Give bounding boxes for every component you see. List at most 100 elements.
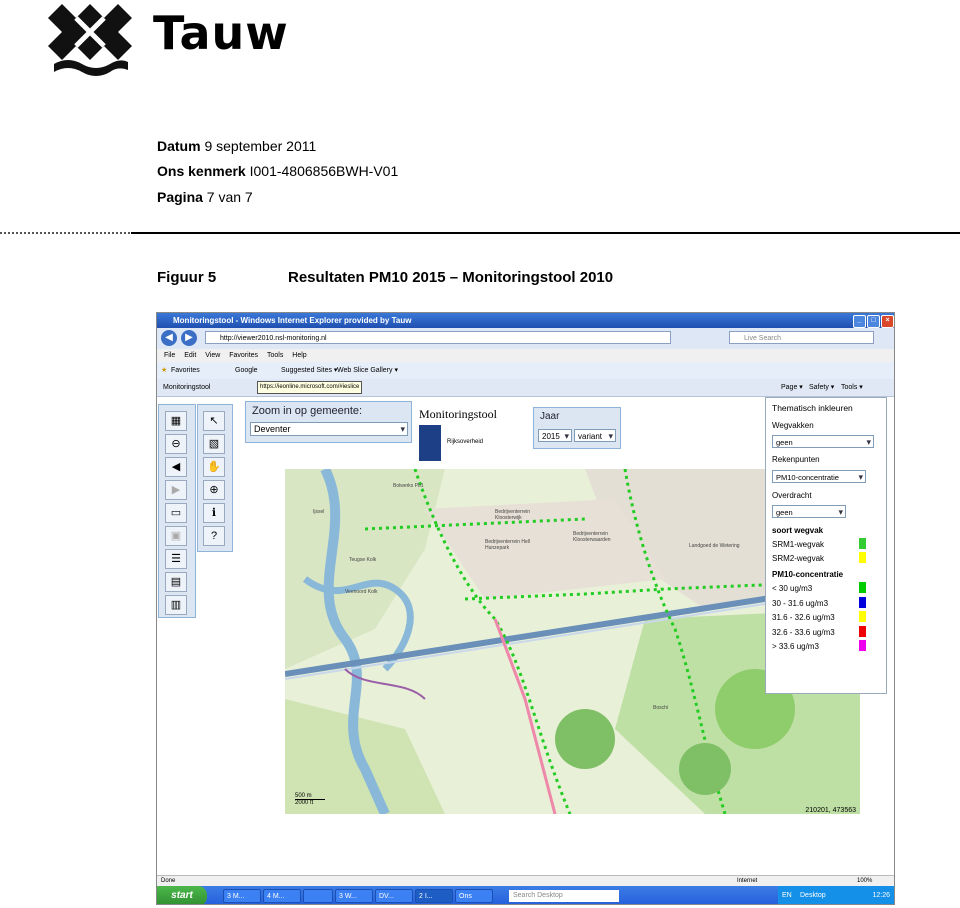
soort-wegvak-title: soort wegvak [772,526,824,535]
task-2[interactable]: 4 M... [263,889,301,903]
cmd-safety[interactable]: Safety ▾ [809,379,834,396]
separator-line [131,232,960,234]
help-icon[interactable]: ? [203,526,225,546]
tray-desktop[interactable]: Desktop [800,886,826,904]
previous-extent-icon[interactable]: ◀ [165,457,187,477]
menu-help[interactable]: Help [292,352,306,359]
datum-line: Datum 9 september 2011 [157,138,316,154]
close-icon[interactable]: × [881,315,894,328]
task-6[interactable]: 2 I... [415,889,453,903]
minimize-icon[interactable]: _ [853,315,866,328]
gemeente-select[interactable]: Deventer [250,422,408,436]
desktop-search[interactable]: Search Desktop [509,890,619,902]
jaar-label: Jaar [540,411,560,422]
cmd-page[interactable]: Page ▾ [781,379,803,396]
thematic-legend-panel: Thematisch inkleuren Wegvakken geen Reke… [765,397,887,694]
scale-meters: 500 m [295,793,325,800]
legend-swatch-srm2 [859,552,866,563]
hand-icon[interactable]: ✋ [203,457,225,477]
rijksoverheid-emblem [419,425,441,461]
tauw-logo-mark [48,4,132,76]
save-icon[interactable]: ▣ [165,526,187,546]
url-field[interactable]: http://viewer2010.nsl-monitoring.nl [205,331,671,344]
kenmerk-line: Ons kenmerk I001-4806856BWH-V01 [157,163,398,179]
info-icon[interactable]: ℹ [203,503,225,523]
zoom-gemeente-panel: Zoom in op gemeente: Deventer [245,401,412,443]
pointer-icon[interactable]: ↖ [203,411,225,431]
legend-swatch-pm-2 [859,597,866,608]
window-titlebar: Monitoringstool - Windows Internet Explo… [157,313,894,328]
wegvakken-select[interactable]: geen [772,435,874,449]
overdracht-select[interactable]: geen [772,505,846,519]
jaar-select[interactable]: 2015 [538,429,572,443]
menu-view[interactable]: View [205,352,220,359]
pm10-title: PM10-concentratie [772,570,844,579]
task-4[interactable]: 3 W... [335,889,373,903]
legend-swatch-pm-5 [859,640,866,651]
map-coordinates: 210201, 473563 [805,807,856,814]
web-slice-link[interactable]: Web Slice Gallery ▾ [337,362,398,379]
map-toolbar-right: ↖ ▧ ✋ ⊕ ℹ ? [197,404,233,552]
slice-tooltip: https://ieonline.microsoft.com/#ieslice [257,381,363,394]
task-1[interactable]: 3 M... [223,889,261,903]
measure-icon[interactable]: ▧ [203,434,225,454]
map-label-kloosterwijk: Bedrijventerrein Kloosterwijk [495,509,531,521]
zoom-in-icon[interactable]: ⊕ [203,480,225,500]
figure-title: Resultaten PM10 2015 – Monitoringstool 2… [288,269,614,286]
google-link[interactable]: Google [235,362,258,379]
filter-icon[interactable]: ☰ [165,549,187,569]
menu-tools[interactable]: Tools [267,352,283,359]
map-label-boschi: Boschi [653,705,669,711]
tab-bar: Monitoringstool https://ieonline.microso… [157,379,894,397]
wegvakken-label: Wegvakken [772,421,814,430]
pagina-line: Pagina 7 van 7 [157,189,253,205]
print-icon[interactable]: ▥ [165,595,187,615]
rekenpunten-select[interactable]: PM10-concentratie [772,470,866,484]
task-5[interactable]: DV... [375,889,413,903]
search-field[interactable]: Live Search [729,331,874,344]
legend-item-pm-4: 32.6 - 33.6 ug/m3 [772,628,835,637]
variant-select[interactable]: variant [574,429,616,443]
select-icon[interactable]: ▭ [165,503,187,523]
legend-item-pm-5: > 33.6 ug/m3 [772,642,819,651]
rekenpunten-label: Rekenpunten [772,455,820,464]
brand-block: Monitoringstool Rijksoverheid [419,407,497,461]
menu-favorites[interactable]: Favorites [229,352,258,359]
tab-monitoringstool[interactable]: Monitoringstool [163,379,210,396]
tauw-logo-text: Tauw [153,6,289,60]
task-3[interactable] [303,889,333,903]
start-button[interactable]: start [157,886,207,904]
forward-icon[interactable]: ▶ [181,330,197,346]
zoom-out-icon[interactable]: ⊖ [165,434,187,454]
legend-swatch-srm1 [859,538,866,549]
cmd-tools[interactable]: Tools ▾ [841,379,863,396]
maximize-icon[interactable]: □ [867,315,880,328]
menu-file[interactable]: File [164,352,175,359]
legend-item-srm1: SRM1-wegvak [772,540,825,549]
separator-dots [0,232,130,234]
legend-swatch-pm-1 [859,582,866,593]
map-scale-bar: 500 m 2000 ft [295,793,325,806]
legend-item-pm-1: < 30 ug/m3 [772,584,813,593]
task-7[interactable]: Ons [455,889,493,903]
legend-swatch-pm-3 [859,611,866,622]
menu-bar: File Edit View Favorites Tools Help [157,349,894,362]
back-icon[interactable]: ◀ [161,330,177,346]
menu-edit[interactable]: Edit [184,352,196,359]
kenmerk-value: I001-4806856BWH-V01 [249,163,399,179]
clipboard-icon[interactable]: ▤ [165,572,187,592]
jaar-panel: Jaar 2015 variant [533,407,621,449]
tray-lang[interactable]: EN [782,886,792,904]
pan-icon[interactable]: ▦ [165,411,187,431]
favorites-label[interactable]: Favorites [171,362,200,379]
legend-title: Thematisch inkleuren [772,403,853,413]
system-tray: EN Desktop 12:26 [778,886,894,904]
app-content: ▦ ⊖ ◀ ▶ ▭ ▣ ☰ ▤ ▥ ↖ ▧ ✋ ⊕ ℹ ? Zoom in op… [157,397,894,875]
embedded-screenshot: Monitoringstool - Windows Internet Explo… [156,312,895,905]
kenmerk-label: Ons kenmerk [157,163,246,179]
next-extent-icon[interactable]: ▶ [165,480,187,500]
suggested-sites-link[interactable]: Suggested Sites ▾ [281,362,337,379]
map-label-ijssel: Ijssel [313,509,325,515]
map-label-veenoord: Veenoord Kolk [345,589,378,595]
overdracht-label: Overdracht [772,491,812,500]
